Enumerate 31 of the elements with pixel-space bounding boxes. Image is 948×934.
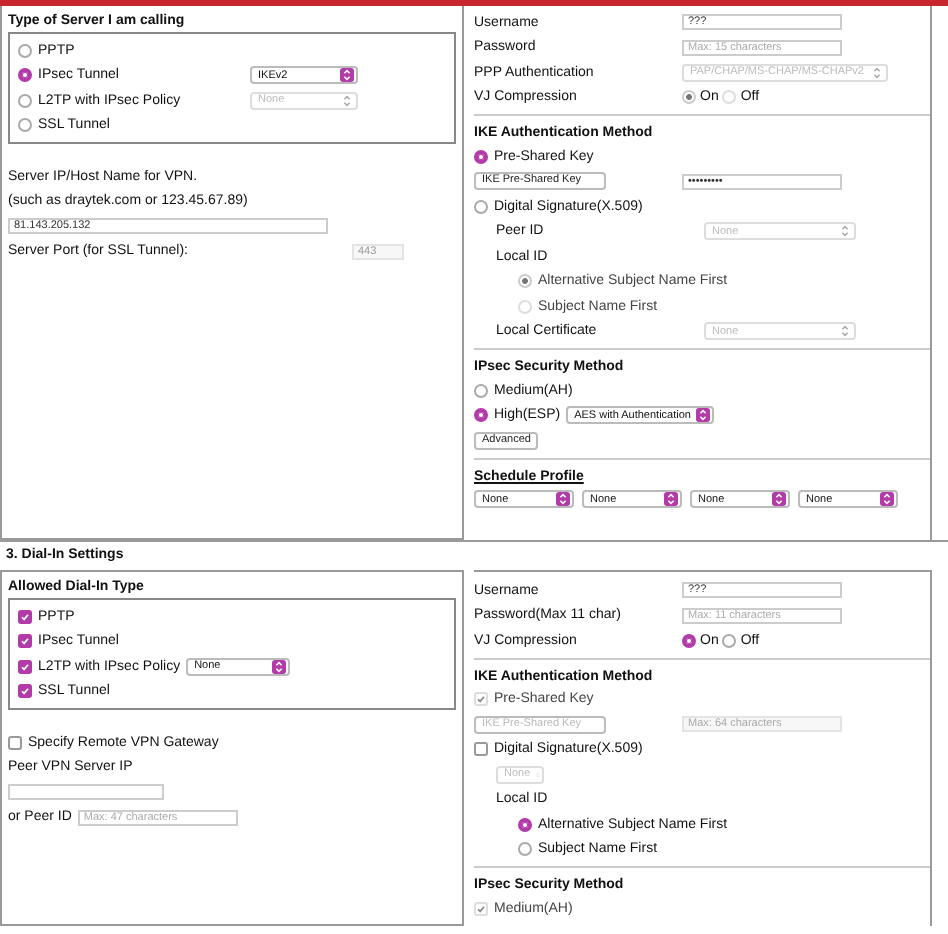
caret-icon — [838, 224, 852, 239]
radio-button[interactable] — [474, 408, 488, 423]
caret-icon — [838, 324, 852, 339]
radio-button[interactable] — [474, 199, 488, 214]
caret-icon — [696, 408, 711, 423]
radio-button[interactable] — [18, 43, 32, 58]
checkbox[interactable] — [18, 684, 32, 699]
caret-icon — [340, 68, 354, 83]
radio-button[interactable] — [722, 633, 737, 648]
radio-button[interactable] — [518, 842, 532, 857]
checkbox[interactable] — [8, 735, 22, 750]
caret-icon — [272, 659, 287, 674]
radio-button[interactable] — [474, 149, 488, 164]
radio-button[interactable] — [474, 383, 488, 398]
text-field[interactable] — [8, 784, 164, 801]
radio-button[interactable] — [682, 633, 696, 648]
checkbox[interactable] — [18, 659, 32, 674]
radio-button[interactable] — [518, 817, 532, 832]
checkbox[interactable] — [474, 742, 488, 757]
caret-icon — [880, 492, 894, 507]
radio-button[interactable] — [18, 68, 32, 83]
checkbox[interactable] — [18, 609, 32, 624]
caret-icon — [556, 492, 570, 507]
caret-icon — [664, 492, 678, 507]
radio-button[interactable] — [18, 118, 32, 133]
caret-icon — [340, 93, 354, 108]
caret-icon — [870, 65, 884, 80]
caret-icon — [536, 767, 540, 782]
radio-button[interactable] — [18, 93, 32, 108]
checkbox[interactable] — [18, 634, 32, 649]
caret-icon — [772, 492, 786, 507]
